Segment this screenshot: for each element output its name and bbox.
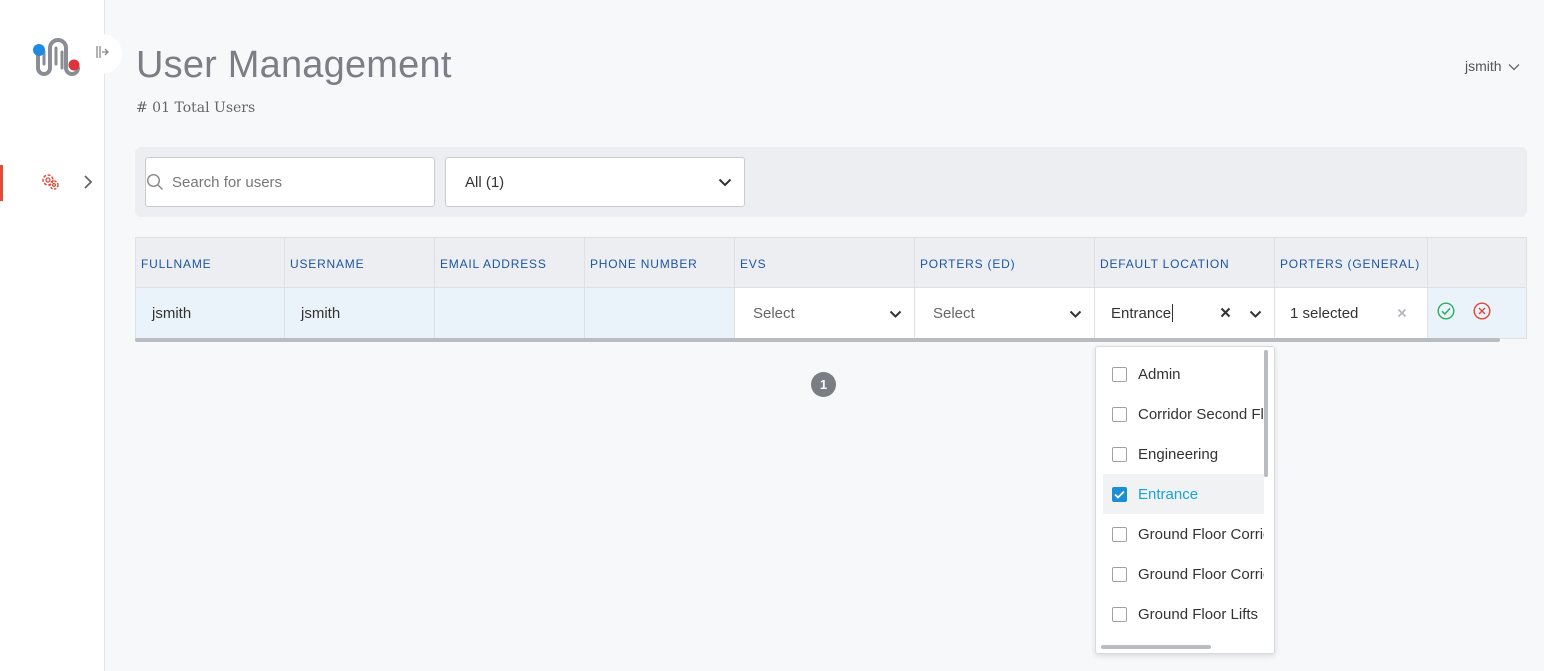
role-filter-select[interactable]: All (1)	[445, 157, 745, 207]
dropdown-option-label: Ground Floor Lifts	[1138, 605, 1259, 623]
table-row: jsmith jsmith Select Select Entrance 1 s…	[135, 288, 1527, 339]
dropdown-option[interactable]: Admin	[1096, 354, 1264, 394]
cell-email	[435, 288, 585, 338]
column-header-porters-general[interactable]: PORTERS (GENERAL)	[1275, 238, 1428, 287]
dropdown-option[interactable]: Ground Floor Corridor	[1096, 554, 1264, 594]
active-indicator	[0, 165, 3, 201]
cell-username: jsmith	[285, 288, 435, 338]
column-header-actions	[1428, 238, 1526, 287]
evs-select[interactable]: Select	[735, 288, 914, 338]
sidebar	[0, 0, 105, 671]
x-circle-icon	[1473, 302, 1491, 320]
chevron-down-icon	[718, 174, 732, 191]
dropdown-option[interactable]: Entrance	[1103, 474, 1264, 514]
total-users-count: # 01 Total Users	[136, 100, 256, 116]
user-menu[interactable]: jsmith	[1465, 58, 1520, 74]
dropdown-option-label: Ground Floor Corridor	[1138, 565, 1264, 583]
default-location-dropdown: Admin Corridor Second Floor Engineering Ent…	[1095, 346, 1275, 654]
users-table: FULLNAME USERNAME EMAIL ADDRESS PHONE NU…	[135, 237, 1527, 342]
cell-actions	[1428, 288, 1526, 338]
text-caret	[1172, 304, 1174, 322]
cell-evs: Select	[735, 288, 915, 338]
filter-bar: All (1)	[135, 147, 1527, 217]
column-header-fullname[interactable]: FULLNAME	[136, 238, 285, 287]
chevron-down-icon[interactable]	[1249, 305, 1262, 322]
checkbox-icon[interactable]	[1112, 606, 1127, 622]
default-location-select[interactable]: Entrance	[1095, 288, 1274, 338]
column-header-phone[interactable]: PHONE NUMBER	[585, 238, 735, 287]
porters-general-value: 1 selected	[1290, 304, 1359, 322]
check-circle-icon	[1437, 302, 1455, 320]
search-icon	[146, 173, 164, 191]
column-header-username[interactable]: USERNAME	[285, 238, 435, 287]
porters-ed-select[interactable]: Select	[915, 288, 1094, 338]
sidebar-collapse-icon	[94, 44, 110, 65]
dropdown-option-label: Entrance	[1138, 485, 1199, 503]
dropdown-option-label: Admin	[1138, 365, 1181, 383]
page-title: User Management	[136, 44, 452, 86]
checkbox-icon[interactable]	[1112, 366, 1127, 382]
cell-default-location: Entrance	[1095, 288, 1275, 338]
search-box[interactable]	[145, 157, 435, 207]
checkbox-icon[interactable]	[1112, 406, 1127, 422]
column-header-porters-ed[interactable]: PORTERS (ED)	[915, 238, 1095, 287]
cell-porters-ed: Select	[915, 288, 1095, 338]
checkbox-icon[interactable]	[1112, 566, 1127, 582]
dropdown-option[interactable]: Ground Floor Lifts	[1096, 594, 1264, 634]
close-icon	[1220, 307, 1231, 317]
save-row-button[interactable]	[1437, 302, 1455, 324]
checkbox-checked-icon[interactable]	[1112, 486, 1127, 502]
dropdown-option-list: Admin Corridor Second Floor Engineering Ent…	[1096, 354, 1274, 634]
chevron-down-icon	[1069, 305, 1082, 322]
porters-general-select[interactable]: 1 selected	[1275, 305, 1427, 322]
users-gear-icon	[40, 172, 60, 192]
dropdown-option-label: Engineering	[1138, 445, 1219, 463]
clear-porters-button[interactable]	[1397, 305, 1407, 322]
pagination-page-1[interactable]: 1	[811, 372, 836, 397]
dropdown-option[interactable]: Engineering	[1096, 434, 1264, 474]
column-header-evs[interactable]: EVS	[735, 238, 915, 287]
default-location-input[interactable]: Entrance	[1111, 305, 1171, 322]
brand-logo-icon[interactable]	[30, 34, 82, 82]
column-header-email[interactable]: EMAIL ADDRESS	[435, 238, 585, 287]
chevron-down-icon	[889, 305, 902, 322]
table-header: FULLNAME USERNAME EMAIL ADDRESS PHONE NU…	[135, 237, 1527, 288]
table-horizontal-scrollbar[interactable]	[135, 338, 1500, 342]
dropdown-horizontal-scrollbar[interactable]	[1101, 645, 1211, 649]
sidebar-item-user-management[interactable]	[0, 165, 105, 201]
clear-location-button[interactable]	[1220, 305, 1231, 322]
column-header-default-location[interactable]: DEFAULT LOCATION	[1095, 238, 1275, 287]
cell-phone	[585, 288, 735, 338]
close-icon	[1397, 308, 1407, 317]
evs-select-value: Select	[753, 304, 795, 322]
dropdown-option-label: Ground Floor Corridor	[1138, 525, 1264, 543]
sidebar-collapse-button[interactable]	[82, 34, 122, 74]
porters-ed-select-value: Select	[933, 304, 975, 322]
cancel-row-button[interactable]	[1473, 302, 1491, 324]
dropdown-vertical-scrollbar[interactable]	[1264, 350, 1268, 477]
checkbox-icon[interactable]	[1112, 446, 1127, 462]
cell-porters-general: 1 selected	[1275, 288, 1428, 338]
cell-fullname: jsmith	[136, 288, 285, 338]
dropdown-option[interactable]: Corridor Second Floor	[1096, 394, 1264, 434]
dropdown-option-label: Corridor Second Floor	[1138, 405, 1264, 423]
chevron-right-icon	[82, 174, 94, 190]
checkbox-icon[interactable]	[1112, 526, 1127, 542]
dropdown-option[interactable]: Ground Floor Corridor	[1096, 514, 1264, 554]
username-label: jsmith	[1465, 58, 1502, 74]
search-input[interactable]	[172, 173, 402, 191]
role-filter-value: All (1)	[465, 173, 505, 191]
chevron-down-icon	[1508, 58, 1520, 74]
